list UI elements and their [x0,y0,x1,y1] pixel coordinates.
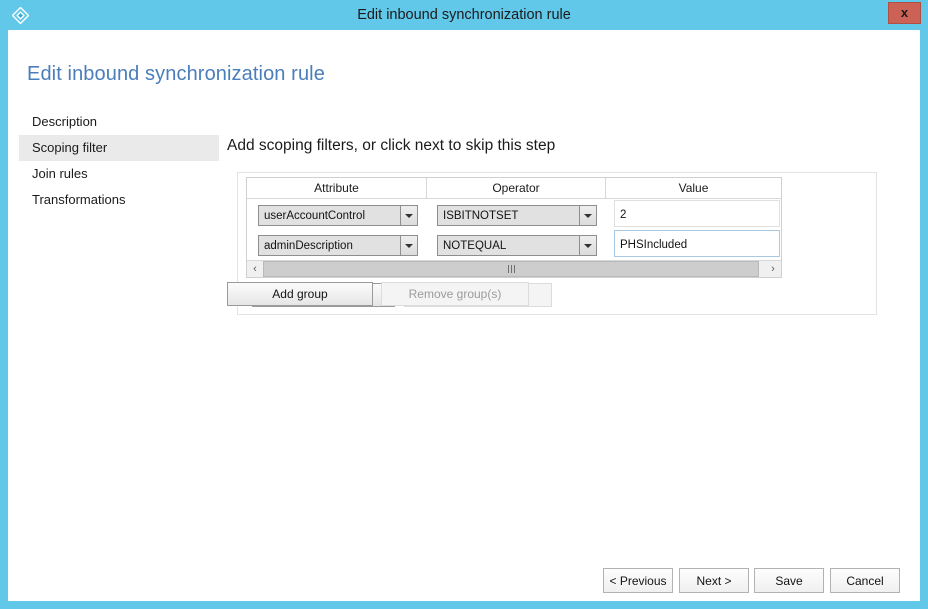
wizard-step-nav: Description Scoping filter Join rules Tr… [19,109,219,213]
operator-combo-value-row-1: ISBITNOTSET [443,209,519,222]
instruction-text: Add scoping filters, or click next to sk… [227,137,556,154]
sidebar-item-description[interactable]: Description [19,109,219,135]
cancel-button[interactable]: Cancel [830,568,900,593]
chevron-down-icon[interactable] [400,206,417,225]
scrollbar-grip-icon [507,265,515,273]
clause-table-hscrollbar[interactable]: ‹ › [247,260,781,277]
chevron-down-icon[interactable] [579,206,596,225]
value-input-row-1[interactable] [614,200,780,227]
scrollbar-thumb[interactable] [263,261,759,277]
chevron-down-icon[interactable] [400,236,417,255]
sidebar-item-transformations[interactable]: Transformations [19,187,219,213]
column-header-value[interactable]: Value [606,178,781,198]
scroll-left-icon[interactable]: ‹ [247,261,263,277]
add-group-button[interactable]: Add group [227,282,373,306]
save-button[interactable]: Save [754,568,824,593]
column-header-attribute[interactable]: Attribute [247,178,427,198]
attribute-combo-value-row-1: userAccountControl [264,209,365,222]
chevron-down-icon[interactable] [579,236,596,255]
dialog-window: Edit inbound synchronization rule x Edit… [0,0,928,609]
scrollbar-track[interactable] [263,261,759,277]
dialog-client-area: Edit inbound synchronization rule Descri… [8,30,920,601]
page-title: Edit inbound synchronization rule [27,63,325,85]
sidebar-item-scoping-filter[interactable]: Scoping filter [19,135,219,161]
window-title: Edit inbound synchronization rule [357,7,571,23]
operator-combo-value-row-2: NOTEQUAL [443,239,507,252]
next-button[interactable]: Next > [679,568,749,593]
remove-group-button: Remove group(s) [381,282,529,306]
previous-button[interactable]: < Previous [603,568,673,593]
column-header-operator[interactable]: Operator [427,178,606,198]
operator-combo-row-2[interactable]: NOTEQUAL [437,235,597,256]
close-button[interactable]: x [888,2,921,24]
sidebar-item-join-rules[interactable]: Join rules [19,161,219,187]
attribute-combo-value-row-2: adminDescription [264,239,353,252]
clause-table-header: Attribute Operator Value [247,178,781,199]
title-bar: Edit inbound synchronization rule x [0,0,928,30]
attribute-combo-row-2[interactable]: adminDescription [258,235,418,256]
operator-combo-row-1[interactable]: ISBITNOTSET [437,205,597,226]
scroll-right-icon[interactable]: › [765,261,781,277]
value-input-row-2[interactable] [614,230,780,257]
attribute-combo-row-1[interactable]: userAccountControl [258,205,418,226]
clause-table: Attribute Operator Value userAccountCont… [246,177,782,278]
